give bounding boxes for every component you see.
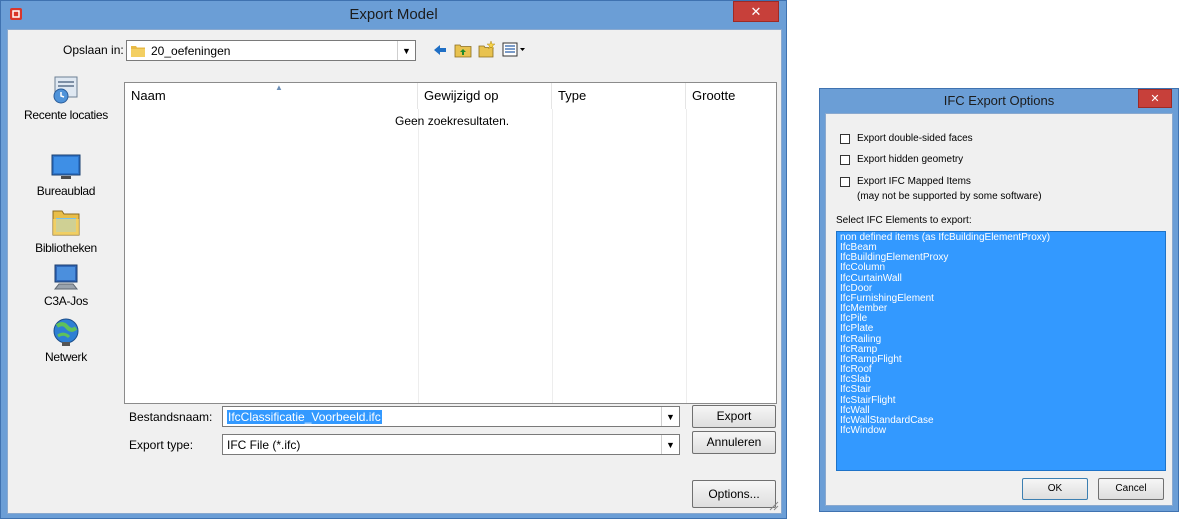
ifc-element-item[interactable]: IfcWindow bbox=[840, 425, 1162, 436]
new-folder-icon[interactable] bbox=[478, 40, 496, 58]
place-computer-label: C3A-Jos bbox=[44, 294, 88, 308]
column-header-name[interactable]: Naam ▲ bbox=[125, 83, 418, 109]
place-network-label: Netwerk bbox=[45, 350, 87, 364]
ifc-dialog-title: IFC Export Options bbox=[943, 93, 1055, 108]
ifc-element-item[interactable]: IfcPlate bbox=[840, 324, 1162, 334]
ifc-element-item[interactable]: IfcPile bbox=[840, 314, 1162, 324]
checkbox-box[interactable] bbox=[840, 177, 850, 187]
back-arrow-icon[interactable] bbox=[432, 42, 448, 58]
place-computer[interactable]: C3A-Jos bbox=[16, 262, 116, 308]
checkbox-box[interactable] bbox=[840, 134, 850, 144]
desktop-icon bbox=[51, 154, 81, 179]
ifc-element-item[interactable]: IfcRampFlight bbox=[840, 354, 1162, 365]
libraries-icon bbox=[52, 210, 80, 236]
export-dialog-title: Export Model bbox=[349, 6, 438, 23]
file-list[interactable]: Naam ▲ Gewijzigd op Type Grootte Geen zo… bbox=[124, 82, 777, 404]
column-header-modified[interactable]: Gewijzigd op bbox=[418, 83, 552, 109]
column-divider bbox=[552, 109, 553, 403]
folder-icon bbox=[131, 46, 145, 57]
save-in-label: Opslaan in: bbox=[63, 43, 124, 57]
ifc-element-item[interactable]: non defined items (as IfcBuildingElement… bbox=[840, 232, 1162, 243]
chevron-down-icon: ▼ bbox=[661, 435, 679, 454]
filename-input[interactable]: IfcClassificatie_Voorbeeld.ifc ▼ bbox=[222, 406, 680, 427]
export-type-label: Export type: bbox=[129, 438, 194, 452]
export-type-dropdown[interactable]: IFC File (*.ifc) ▼ bbox=[222, 434, 680, 455]
place-recent[interactable]: Recente locaties bbox=[16, 74, 116, 122]
filename-label: Bestandsnaam: bbox=[129, 410, 213, 424]
up-folder-icon[interactable] bbox=[454, 42, 472, 58]
export-type-value: IFC File (*.ifc) bbox=[227, 438, 301, 452]
ifc-element-item[interactable]: IfcSlab bbox=[840, 375, 1162, 385]
network-icon bbox=[53, 318, 79, 346]
checkbox-mapped-items[interactable]: Export IFC Mapped Items (may not be supp… bbox=[840, 176, 1042, 202]
ifc-element-item[interactable]: IfcStair bbox=[840, 385, 1162, 395]
export-dialog-close-button[interactable]: ✕ bbox=[733, 1, 779, 22]
ifc-element-item[interactable]: IfcWallStandardCase bbox=[840, 415, 1162, 426]
elements-label: Select IFC Elements to export: bbox=[836, 215, 972, 226]
cancel-button[interactable]: Annuleren bbox=[692, 431, 776, 454]
save-in-dropdown[interactable]: 20_oefeningen ▼ bbox=[126, 40, 416, 61]
close-icon: ✕ bbox=[1150, 93, 1160, 105]
recent-places-icon bbox=[53, 76, 78, 104]
place-recent-label: Recente locaties bbox=[24, 108, 108, 122]
place-desktop-label: Bureaublad bbox=[36, 184, 96, 198]
ifc-dialog-body: Export double-sided faces Export hidden … bbox=[825, 113, 1173, 506]
view-menu-icon[interactable] bbox=[502, 42, 526, 58]
checkbox-hidden-geometry[interactable]: Export hidden geometry bbox=[840, 154, 963, 165]
column-divider bbox=[686, 109, 687, 403]
mapped-items-note: (may not be supported by some software) bbox=[857, 191, 1042, 202]
export-dialog-body: Opslaan in: 20_oefeningen ▼ Recente loca… bbox=[7, 29, 782, 514]
options-button[interactable]: Options... bbox=[692, 480, 776, 508]
checkbox-box[interactable] bbox=[840, 155, 850, 165]
ifc-element-item[interactable]: IfcBuildingElementProxy bbox=[840, 253, 1162, 263]
ifc-element-item[interactable]: IfcRoof bbox=[840, 364, 1162, 375]
column-divider bbox=[418, 109, 419, 403]
ifc-element-item[interactable]: IfcRailing bbox=[840, 334, 1162, 345]
ifc-dialog-close-button[interactable]: ✕ bbox=[1138, 89, 1172, 108]
close-icon: ✕ bbox=[750, 3, 762, 19]
ifc-export-options-dialog: IFC Export Options ✕ Export double-sided… bbox=[819, 88, 1179, 512]
place-libraries-label: Bibliotheken bbox=[35, 241, 97, 255]
chevron-down-icon: ▼ bbox=[661, 407, 679, 426]
column-header-size[interactable]: Grootte bbox=[686, 83, 776, 109]
ifc-elements-list[interactable]: non defined items (as IfcBuildingElement… bbox=[836, 231, 1166, 471]
ok-button[interactable]: OK bbox=[1022, 478, 1088, 500]
save-in-value: 20_oefeningen bbox=[151, 44, 231, 58]
export-dialog-titlebar[interactable]: Export Model bbox=[1, 1, 786, 29]
chevron-down-icon: ▼ bbox=[397, 41, 415, 60]
sketchup-app-icon bbox=[10, 8, 22, 20]
ifc-element-item[interactable]: IfcFurnishingElement bbox=[840, 293, 1162, 304]
column-header-type[interactable]: Type bbox=[552, 83, 686, 109]
place-network[interactable]: Netwerk bbox=[16, 316, 116, 364]
place-libraries[interactable]: Bibliotheken bbox=[16, 205, 116, 255]
ifc-dialog-titlebar[interactable]: IFC Export Options bbox=[820, 89, 1178, 113]
filename-value: IfcClassificatie_Voorbeeld.ifc bbox=[227, 410, 382, 424]
sort-ascending-icon: ▲ bbox=[275, 83, 283, 92]
place-desktop[interactable]: Bureaublad bbox=[16, 152, 116, 198]
ifc-element-item[interactable]: IfcMember bbox=[840, 303, 1162, 314]
empty-results-text: Geen zoekresultaten. bbox=[395, 114, 510, 128]
ifc-element-item[interactable]: IfcStairFlight bbox=[840, 395, 1162, 406]
export-model-dialog: Export Model ✕ Opslaan in: 20_oefeningen… bbox=[0, 0, 787, 519]
checkbox-double-sided[interactable]: Export double-sided faces bbox=[840, 133, 973, 144]
export-button[interactable]: Export bbox=[692, 405, 776, 428]
resize-grip-icon[interactable] bbox=[767, 499, 779, 511]
ifc-cancel-button[interactable]: Cancel bbox=[1098, 478, 1164, 500]
computer-icon bbox=[53, 264, 79, 290]
ifc-element-item[interactable]: IfcCurtainWall bbox=[840, 273, 1162, 284]
